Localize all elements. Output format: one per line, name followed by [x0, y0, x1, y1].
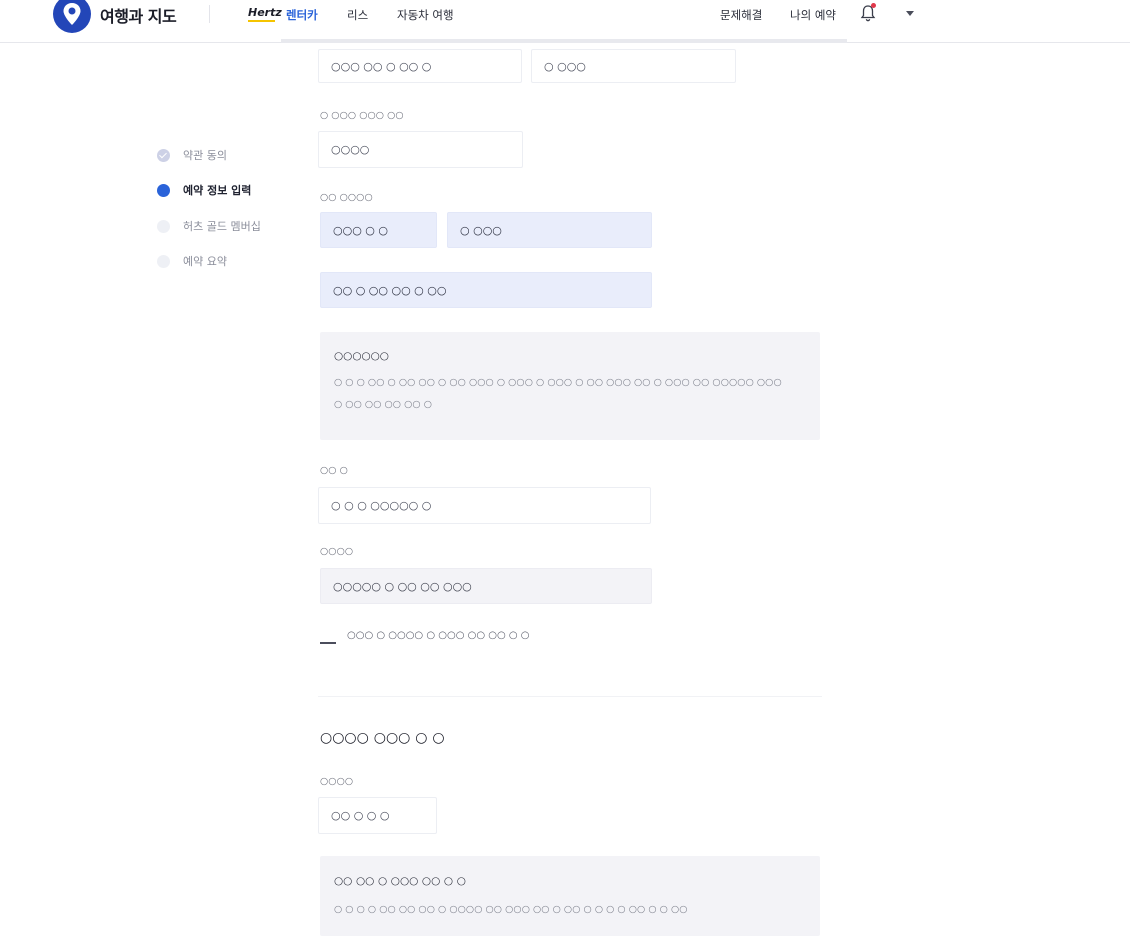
step-label: 약관 동의 [183, 149, 227, 162]
notice-title: ○○ ○○ ○ ○○○ ○○ ○ ○ [334, 875, 466, 887]
field-label: ○○○○ [320, 776, 354, 787]
pending-step-dot-icon [157, 254, 170, 268]
current-step-dot-icon [157, 183, 170, 197]
step-label: 예약 요약 [183, 255, 227, 268]
phone-input[interactable]: ○ ○○○ [447, 212, 652, 248]
step-gold-membership: 허츠 골드 멤버십 [157, 218, 261, 234]
notice-box: ○○○○○○ ○ ○ ○ ○○ ○ ○○ ○○ ○ ○○ ○○○ ○ ○○○ ○… [320, 332, 820, 440]
email-input[interactable]: ○○ ○ ○○ ○○ ○ ○○ [320, 272, 652, 308]
section-divider [318, 696, 822, 697]
hertz-logo[interactable]: Hertz [248, 6, 282, 19]
step-label: 허츠 골드 멤버십 [183, 220, 261, 233]
help-link[interactable]: 문제해결 [720, 7, 762, 23]
account-dropdown-icon[interactable] [906, 11, 914, 16]
flight-number-input[interactable]: ○ ○ ○ ○○○○○ ○ [318, 487, 651, 524]
nav-car-trip[interactable]: 자동차 여행 [397, 7, 454, 23]
check-circle-icon [157, 148, 170, 162]
last-name-input[interactable]: ○ ○○○ [531, 49, 736, 83]
notice-title: ○○○○○○ [334, 350, 389, 362]
country-code-select[interactable]: ○○○ ○ ○ [320, 212, 437, 248]
nav-lease[interactable]: 리스 [347, 7, 368, 23]
step-label: 예약 정보 입력 [183, 184, 252, 197]
hertz-logo-bar [248, 20, 275, 22]
notice-text: ○ ○ ○ ○○ ○ ○○ ○○ ○ ○○ ○○○ ○ ○○○ ○ ○○○ ○ … [334, 377, 782, 388]
top-header: 여행과 지도 Hertz 렌터카 리스 자동차 여행 문제해결 나의 예약 [0, 0, 1130, 43]
brand-name[interactable]: 여행과 지도 [100, 3, 177, 27]
readonly-field[interactable]: ○○○○○ ○ ○○ ○○ ○○○ [320, 568, 652, 604]
notice-box: ○○ ○○ ○ ○○○ ○○ ○ ○ ○ ○ ○ ○ ○○ ○○ ○○ ○ ○○… [320, 856, 820, 936]
name-input[interactable]: ○○○○ [318, 131, 523, 168]
notification-dot [871, 3, 876, 8]
select-input[interactable]: ○○ ○ ○ ○ [318, 797, 437, 834]
section-title: ○○○○ ○○○ ○ ○ [320, 730, 445, 746]
field-label: ○○○○ [320, 546, 354, 557]
header-divider [209, 5, 210, 23]
field-label: ○○ ○ [320, 465, 348, 476]
logo-icon[interactable] [52, 0, 92, 34]
notice-text: ○ ○○ ○○ ○○ ○○ ○ [334, 399, 432, 410]
agree-checkbox[interactable] [320, 628, 336, 644]
nav-rentcar[interactable]: 렌터카 [286, 7, 318, 23]
first-name-input[interactable]: ○○○ ○○ ○ ○○ ○ [318, 49, 522, 83]
field-label: ○ ○○○ ○○○ ○○ [320, 110, 404, 121]
notice-text: ○ ○ ○ ○ ○○ ○○ ○○ ○ ○○○○ ○○ ○○○ ○○ ○ ○○ ○… [334, 904, 688, 915]
nav-underline [281, 39, 847, 43]
step-summary: 예약 요약 [157, 253, 227, 269]
field-label: ○○ ○○○○ [320, 192, 373, 203]
step-booking-info: 예약 정보 입력 [157, 182, 251, 198]
step-terms: 약관 동의 [157, 147, 227, 163]
my-booking-link[interactable]: 나의 예약 [790, 7, 836, 23]
checkbox-label[interactable]: ○○○ ○ ○○○○ ○ ○○○ ○○ ○○ ○ ○ [347, 630, 530, 641]
pending-step-dot-icon [157, 219, 170, 233]
